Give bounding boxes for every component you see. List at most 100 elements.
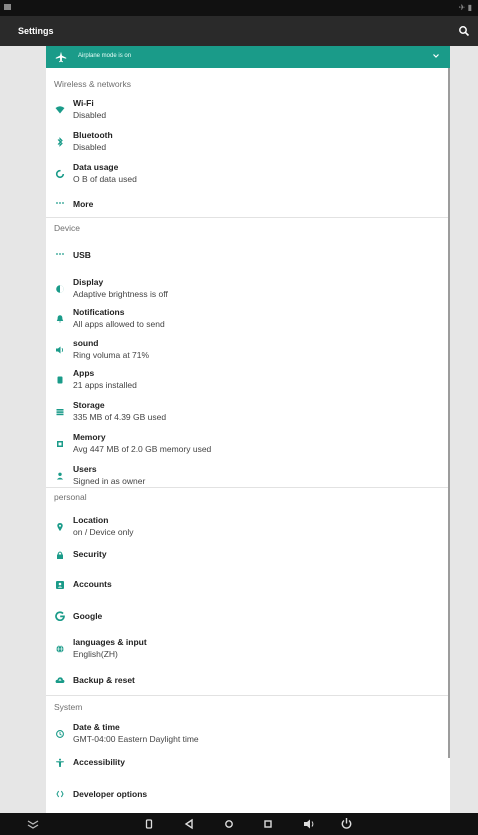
item-title: Users: [73, 464, 97, 474]
settings-item-data-usage[interactable]: Data usage O B of data used: [46, 160, 450, 188]
settings-item-security[interactable]: Security: [46, 541, 450, 569]
item-subtitle: Disabled: [73, 142, 107, 152]
recents-icon[interactable]: [262, 818, 274, 830]
item-title: Data usage: [73, 162, 119, 172]
memory-icon: [57, 441, 63, 447]
section-header-personal: personal: [54, 492, 87, 502]
section-header-wireless: Wireless & networks: [54, 79, 131, 89]
item-subtitle: Disabled: [73, 110, 107, 120]
item-subtitle: 335 MB of 4.39 GB used: [73, 412, 167, 422]
item-title: Security: [73, 549, 107, 559]
item-title: Display: [73, 277, 104, 287]
apps-icon: [57, 376, 63, 384]
back-icon[interactable]: [183, 818, 195, 830]
accounts-icon: [56, 581, 64, 589]
notifications-icon: [56, 315, 64, 323]
settings-item-memory[interactable]: Memory Avg 447 MB of 2.0 GB memory used: [46, 430, 450, 458]
settings-item-languages[interactable]: languages & input English(ZH): [46, 635, 450, 663]
settings-item-backup-reset[interactable]: Backup & reset: [46, 667, 450, 695]
item-subtitle: GMT-04:00 Eastern Daylight time: [73, 734, 199, 744]
section-header-system: System: [54, 702, 83, 712]
item-title: USB: [73, 250, 91, 260]
item-subtitle: O B of data used: [73, 174, 137, 184]
home-icon[interactable]: [223, 818, 235, 830]
more-icon: [56, 202, 64, 204]
item-title: Backup & reset: [73, 675, 135, 685]
item-subtitle: on / Device only: [73, 527, 134, 537]
item-title: Date & time: [73, 722, 120, 732]
settings-item-location[interactable]: Location on / Device only: [46, 513, 450, 541]
notification-icon: [4, 4, 11, 10]
location-icon: [57, 523, 63, 531]
section-divider: [46, 695, 450, 696]
settings-item-google[interactable]: Google: [46, 603, 450, 631]
settings-item-accessibility[interactable]: Accessibility: [46, 749, 450, 777]
settings-item-bluetooth[interactable]: Bluetooth Disabled: [46, 128, 450, 156]
settings-list: Airplane mode is on Wireless & networks …: [46, 46, 450, 813]
airplane-mode-text: Airplane mode is on: [78, 53, 132, 59]
status-icons: ✈ ▮: [458, 3, 472, 12]
bluetooth-icon: [57, 137, 63, 147]
item-title: Accounts: [73, 579, 112, 589]
settings-item-more[interactable]: More: [46, 191, 450, 219]
item-subtitle: All apps allowed to send: [73, 319, 165, 329]
scrollbar[interactable]: [448, 68, 450, 758]
settings-item-usb[interactable]: USB: [46, 242, 450, 270]
settings-item-wifi[interactable]: Wi-Fi Disabled: [46, 96, 450, 124]
chevron-down-icon: [433, 54, 439, 58]
page-title: Settings: [18, 26, 54, 36]
item-title: Memory: [73, 432, 106, 442]
item-subtitle: 21 apps installed: [73, 380, 137, 390]
item-title: languages & input: [73, 637, 147, 647]
settings-item-notifications[interactable]: Notifications All apps allowed to send: [46, 305, 450, 333]
settings-item-display[interactable]: Display Adaptive brightness is off: [46, 275, 450, 303]
settings-item-developer-options[interactable]: Developer options: [46, 781, 450, 809]
clock-icon: [56, 730, 64, 738]
item-title: sound: [73, 338, 99, 348]
data-usage-icon: [55, 169, 65, 179]
lock-icon: [57, 551, 63, 559]
item-title: Google: [73, 611, 103, 621]
usb-icon: [56, 253, 64, 255]
item-title: Storage: [73, 400, 105, 410]
settings-item-sound[interactable]: sound Ring voluma at 71%: [46, 336, 450, 364]
item-title: Developer options: [73, 789, 148, 799]
screenshot-icon[interactable]: [143, 818, 155, 830]
item-title: Bluetooth: [73, 130, 113, 140]
settings-item-storage[interactable]: Storage 335 MB of 4.39 GB used: [46, 398, 450, 426]
code-icon: [56, 790, 64, 798]
google-icon: [55, 611, 65, 621]
cloud-icon: [55, 677, 65, 683]
settings-item-users[interactable]: Users Signed in as owner: [46, 462, 450, 490]
search-icon[interactable]: [458, 25, 470, 37]
volume-icon[interactable]: [302, 818, 316, 830]
item-title: Notifications: [73, 307, 125, 317]
sound-icon: [56, 346, 64, 354]
item-subtitle: Signed in as owner: [73, 476, 146, 486]
storage-icon: [56, 409, 64, 416]
action-bar: Settings: [0, 16, 478, 46]
section-divider: [46, 487, 450, 488]
airplane-mode-banner[interactable]: Airplane mode is on: [46, 46, 450, 68]
settings-item-date-time[interactable]: Date & time GMT-04:00 Eastern Daylight t…: [46, 720, 450, 748]
right-margin: [450, 46, 478, 813]
wifi-icon: [55, 106, 65, 114]
item-subtitle: Ring voluma at 71%: [73, 350, 150, 360]
item-title: More: [73, 199, 94, 209]
item-title: Accessibility: [73, 757, 125, 767]
airplane-icon: [55, 51, 67, 63]
item-title: Location: [73, 515, 109, 525]
left-margin: [0, 46, 46, 813]
item-subtitle: Adaptive brightness is off: [73, 289, 168, 299]
settings-item-accounts[interactable]: Accounts: [46, 571, 450, 599]
settings-item-apps[interactable]: Apps 21 apps installed: [46, 366, 450, 394]
globe-icon: [56, 645, 64, 653]
users-icon: [56, 472, 64, 480]
accessibility-icon: [56, 758, 64, 767]
item-title: Apps: [73, 368, 95, 378]
power-icon[interactable]: [340, 817, 353, 830]
item-subtitle: Avg 447 MB of 2.0 GB memory used: [73, 444, 212, 454]
item-subtitle: English(ZH): [73, 649, 118, 659]
keyboard-hide-icon[interactable]: [26, 818, 40, 830]
status-bar: ✈ ▮: [0, 0, 478, 16]
